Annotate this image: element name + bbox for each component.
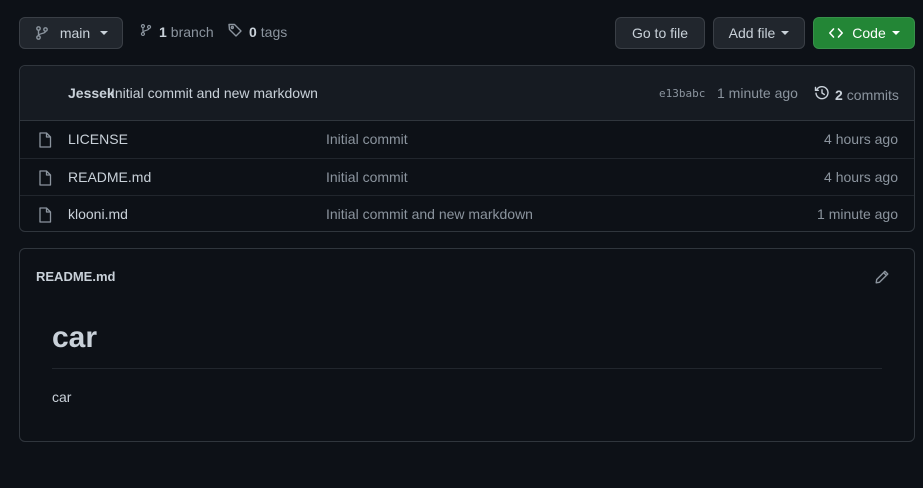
readme-heading: car <box>52 321 98 354</box>
file-age: 4 hours ago <box>824 131 898 147</box>
code-label: Code <box>852 25 886 41</box>
tag-icon <box>227 22 243 41</box>
file-icon <box>38 132 52 151</box>
tags-count: 0 <box>249 23 257 40</box>
go-to-file-label: Go to file <box>631 25 689 41</box>
file-commit-message[interactable]: Initial commit <box>326 169 408 185</box>
tags-link[interactable]: 0 tags <box>227 22 287 41</box>
commit-sha[interactable]: e13babc <box>659 87 705 100</box>
file-icon <box>38 170 52 189</box>
file-name[interactable]: README.md <box>68 169 151 185</box>
tags-label: tags <box>260 23 288 40</box>
commit-time: 1 minute ago <box>717 85 798 101</box>
history-icon <box>814 85 830 104</box>
chevron-down-icon <box>891 31 900 35</box>
commits-label: commits <box>846 86 899 103</box>
file-row[interactable]: klooni.md Initial commit and new markdow… <box>20 195 914 232</box>
file-icon <box>38 207 52 226</box>
pencil-icon[interactable] <box>874 269 890 288</box>
file-name[interactable]: klooni.md <box>68 206 128 222</box>
branches-count: 1 <box>159 23 167 40</box>
chevron-down-icon <box>100 31 109 35</box>
file-commit-message[interactable]: Initial commit <box>326 131 408 147</box>
git-branch-icon <box>139 22 153 41</box>
add-file-label: Add file <box>728 25 776 41</box>
file-row[interactable]: README.md Initial commit 4 hours ago <box>20 158 914 195</box>
file-row[interactable]: LICENSE Initial commit 4 hours ago <box>20 121 914 158</box>
readme-filename: README.md <box>36 269 116 284</box>
code-button[interactable]: Code <box>813 17 915 49</box>
heading-divider <box>52 368 882 369</box>
commit-author[interactable]: Jessek <box>68 85 115 101</box>
commit-message[interactable]: Initial commit and new markdown <box>111 85 318 101</box>
latest-commit-bar: Jessek Initial commit and new markdown e… <box>20 66 914 121</box>
branches-label: branch <box>170 23 214 40</box>
git-branch-icon <box>34 25 50 41</box>
branch-selector-button[interactable]: main <box>19 17 123 49</box>
file-age: 1 minute ago <box>817 206 898 222</box>
readme-panel: README.md car car <box>19 248 915 442</box>
file-browser: Jessek Initial commit and new markdown e… <box>19 65 915 232</box>
file-age: 4 hours ago <box>824 169 898 185</box>
commits-count: 2 <box>835 86 843 103</box>
branch-label: main <box>59 25 91 41</box>
add-file-button[interactable]: Add file <box>713 17 805 49</box>
code-icon <box>828 25 844 41</box>
file-commit-message[interactable]: Initial commit and new markdown <box>326 206 533 222</box>
commits-link[interactable]: 2 commits <box>814 85 899 104</box>
go-to-file-button[interactable]: Go to file <box>615 17 705 49</box>
chevron-down-icon <box>781 31 790 35</box>
readme-body: car <box>52 389 72 405</box>
file-name[interactable]: LICENSE <box>68 131 128 147</box>
branches-link[interactable]: 1 branch <box>139 22 214 41</box>
